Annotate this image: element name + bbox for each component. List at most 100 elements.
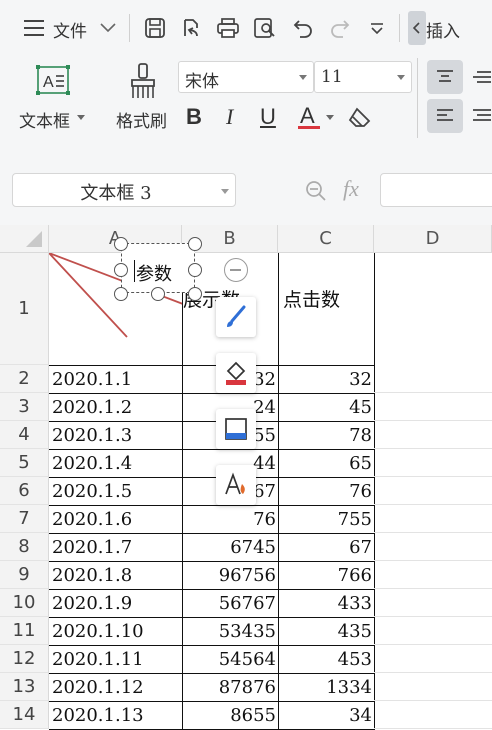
format-painter-icon[interactable]: [126, 61, 160, 101]
cell-date[interactable]: 2020.1.8: [49, 561, 183, 590]
row-header[interactable]: 9: [0, 561, 49, 589]
row-header[interactable]: 13: [0, 673, 49, 701]
resize-handle-bottom[interactable]: [151, 287, 165, 301]
cell-empty[interactable]: [374, 365, 492, 393]
italic-button[interactable]: I: [226, 104, 233, 130]
cell-empty[interactable]: [374, 701, 492, 729]
row-header[interactable]: 11: [0, 617, 49, 645]
row-header[interactable]: 10: [0, 589, 49, 617]
shape-style-brush-button[interactable]: [216, 297, 256, 337]
cell-shows[interactable]: 76: [182, 505, 279, 534]
cell-empty[interactable]: [374, 617, 492, 645]
align-center-icon[interactable]: [470, 101, 492, 131]
caret-down-icon[interactable]: [76, 113, 86, 121]
cell-empty[interactable]: [374, 533, 492, 561]
cell-clicks[interactable]: 45: [278, 393, 375, 422]
cell-shows[interactable]: 54564: [182, 645, 279, 674]
cell-clicks[interactable]: 67: [278, 533, 375, 562]
cell-empty[interactable]: [374, 449, 492, 477]
textbox-icon[interactable]: A: [34, 63, 72, 97]
resize-handle-top-right[interactable]: [188, 237, 202, 251]
file-menu-label[interactable]: 文件: [53, 17, 87, 42]
cell-clicks[interactable]: 34: [278, 701, 375, 730]
text-effect-button[interactable]: [216, 465, 256, 505]
cell-shows[interactable]: 56767: [182, 589, 279, 618]
resize-handle-left[interactable]: [114, 263, 128, 277]
cell-date[interactable]: 2020.1.7: [49, 533, 183, 562]
tab-insert[interactable]: 插入: [426, 17, 460, 42]
row-header[interactable]: 14: [0, 701, 49, 729]
cell-clicks[interactable]: 755: [278, 505, 375, 534]
formula-input[interactable]: [380, 173, 492, 207]
cell-date[interactable]: 2020.1.4: [49, 449, 183, 478]
cell-clicks[interactable]: 435: [278, 617, 375, 646]
undo-icon[interactable]: [290, 15, 316, 41]
resize-handle-top-left[interactable]: [114, 237, 128, 251]
cell-date[interactable]: 2020.1.1: [49, 365, 183, 394]
collapse-minus-icon[interactable]: [224, 258, 248, 282]
cell-date[interactable]: 2020.1.11: [49, 645, 183, 674]
cell-empty[interactable]: [374, 561, 492, 589]
align-left-icon[interactable]: [427, 99, 463, 133]
insert-function-fx-icon[interactable]: fx: [343, 176, 359, 202]
font-name-select[interactable]: 宋体: [178, 61, 314, 93]
column-header-d[interactable]: D: [374, 225, 492, 253]
row-header[interactable]: 6: [0, 477, 49, 505]
cell-shows[interactable]: 6745: [182, 533, 279, 562]
cell-date[interactable]: 2020.1.13: [49, 701, 183, 730]
cell-empty[interactable]: [374, 589, 492, 617]
cell-clicks[interactable]: 65: [278, 449, 375, 478]
fill-color-button[interactable]: [216, 353, 256, 393]
print-preview-icon[interactable]: [252, 15, 278, 41]
print-icon[interactable]: [215, 15, 241, 41]
row-header[interactable]: 2: [0, 365, 49, 393]
font-size-select[interactable]: 11: [314, 61, 412, 93]
cell-clicks[interactable]: 32: [278, 365, 375, 394]
chevron-down-icon[interactable]: [221, 189, 229, 194]
select-all-corner[interactable]: [0, 225, 49, 253]
underline-button[interactable]: U: [260, 104, 276, 130]
cell-date[interactable]: 2020.1.6: [49, 505, 183, 534]
align-top-icon[interactable]: [427, 60, 463, 94]
row-header[interactable]: 5: [0, 449, 49, 477]
tab-scroll-left-icon[interactable]: [408, 11, 426, 45]
cell-empty[interactable]: [374, 673, 492, 701]
cell-date[interactable]: 2020.1.2: [49, 393, 183, 422]
zoom-formula-icon[interactable]: [303, 178, 329, 204]
cell-clicks[interactable]: 78: [278, 421, 375, 450]
align-middle-icon[interactable]: [470, 62, 492, 92]
chevron-down-icon[interactable]: [98, 18, 118, 38]
cell-clicks[interactable]: 1334: [278, 673, 375, 702]
more-dropdown-icon[interactable]: [366, 17, 388, 39]
selected-textbox[interactable]: 参数: [121, 243, 195, 293]
cell-shows[interactable]: 53435: [182, 617, 279, 646]
row-header[interactable]: 8: [0, 533, 49, 561]
outline-color-button[interactable]: [216, 409, 256, 449]
cell-shows[interactable]: 96756: [182, 561, 279, 590]
cell-date[interactable]: 2020.1.3: [49, 421, 183, 450]
cell-shows[interactable]: 87876: [182, 673, 279, 702]
cell-date[interactable]: 2020.1.5: [49, 477, 183, 506]
resize-handle-bottom-right[interactable]: [188, 287, 202, 301]
format-painter-label[interactable]: 格式刷: [116, 107, 167, 132]
hamburger-menu-icon[interactable]: [22, 16, 46, 40]
cell-clicks[interactable]: 453: [278, 645, 375, 674]
row-header[interactable]: 4: [0, 421, 49, 449]
resize-handle-bottom-left[interactable]: [114, 287, 128, 301]
row-header[interactable]: 7: [0, 505, 49, 533]
cell-empty[interactable]: [374, 505, 492, 533]
name-box[interactable]: 文本框 3: [12, 173, 236, 207]
cell-date[interactable]: 2020.1.9: [49, 589, 183, 618]
cell-clicks[interactable]: 76: [278, 477, 375, 506]
cell-shows[interactable]: 8655: [182, 701, 279, 730]
clear-format-eraser-icon[interactable]: [346, 104, 374, 130]
column-header-c[interactable]: C: [278, 225, 374, 253]
cell-empty[interactable]: [374, 645, 492, 673]
row-header[interactable]: 12: [0, 645, 49, 673]
cell-empty[interactable]: [374, 421, 492, 449]
cell-date[interactable]: 2020.1.10: [49, 617, 183, 646]
cell-empty[interactable]: [374, 393, 492, 421]
row-header[interactable]: 3: [0, 393, 49, 421]
save-icon[interactable]: [142, 15, 168, 41]
cell-date[interactable]: 2020.1.12: [49, 673, 183, 702]
